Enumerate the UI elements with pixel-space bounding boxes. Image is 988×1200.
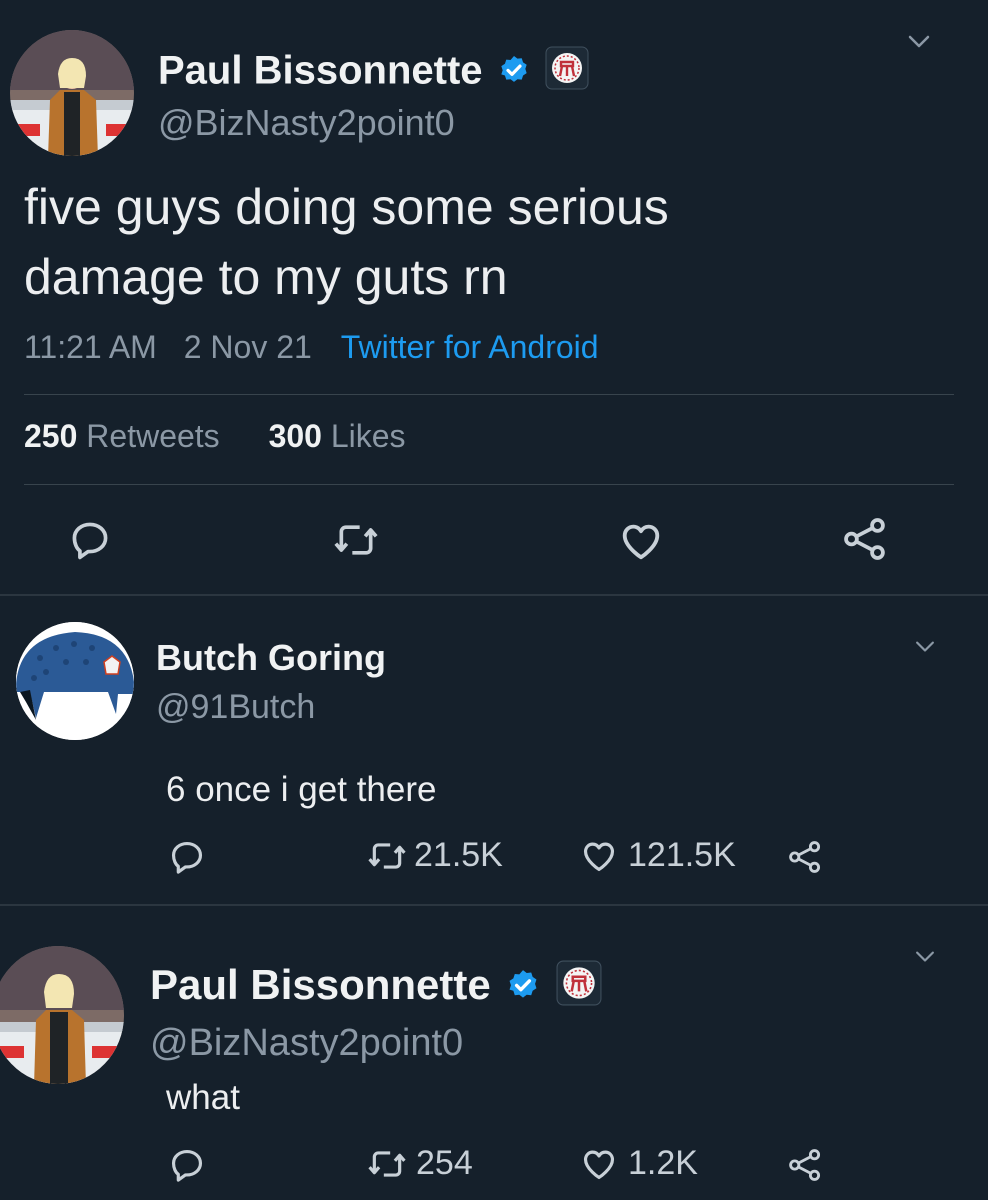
- like-count: 121.5K: [628, 836, 736, 874]
- divider: [24, 484, 954, 485]
- tweet-separator: [0, 594, 988, 596]
- like-icon: [583, 842, 615, 871]
- retweet-icon: [368, 842, 406, 869]
- retweet-icon: [334, 525, 378, 555]
- like-button[interactable]: 1.2K: [580, 1144, 698, 1183]
- share-icon: [789, 841, 821, 873]
- reply-button[interactable]: [168, 838, 206, 876]
- verified-badge-icon: [498, 51, 530, 96]
- retweet-button[interactable]: [332, 518, 380, 562]
- author-name[interactable]: Paul Bissonnette: [158, 46, 589, 100]
- reply-author-handle[interactable]: @BizNasty2point0: [150, 1022, 463, 1065]
- tweet-text-line: five guys doing some serious: [24, 179, 669, 235]
- tweet-date: 2 Nov 21: [183, 329, 312, 365]
- barstool-badge-icon: [556, 960, 602, 1016]
- barstool-badge-icon: [545, 46, 589, 100]
- author-handle[interactable]: @BizNasty2point0: [158, 102, 455, 144]
- retweets-stat[interactable]: 250 Retweets: [24, 418, 229, 454]
- caret-down-icon[interactable]: [914, 950, 936, 964]
- tweet-meta: 11:21 AM 2 Nov 21 Twitter for Android: [24, 329, 599, 366]
- reply-icon: [171, 1149, 203, 1182]
- retweet-button[interactable]: 254: [366, 1144, 473, 1183]
- helmet-photo: [16, 622, 134, 740]
- player-photo: [0, 946, 124, 1084]
- share-button[interactable]: [786, 838, 824, 876]
- share-button[interactable]: [840, 514, 890, 564]
- caret-down-icon[interactable]: [907, 34, 931, 50]
- tweet-stats: 250 Retweets 300 Likes: [24, 418, 406, 455]
- reply-button[interactable]: [68, 518, 112, 562]
- like-button[interactable]: [618, 518, 664, 564]
- share-button[interactable]: [786, 1146, 824, 1184]
- reply-text: 6 once i get there: [166, 770, 437, 809]
- divider: [24, 394, 954, 395]
- tweet-text-line: damage to my guts rn: [24, 249, 508, 305]
- retweet-button[interactable]: 21.5K: [366, 836, 503, 875]
- tweet-text: five guys doing some serious damage to m…: [24, 172, 669, 312]
- reply-icon: [171, 841, 203, 874]
- tweet-source-link[interactable]: Twitter for Android: [341, 329, 599, 365]
- reply-text: what: [166, 1078, 240, 1117]
- reply-author-name[interactable]: Butch Goring: [156, 637, 386, 679]
- retweet-count: 21.5K: [414, 836, 503, 874]
- reply-button[interactable]: [168, 1146, 206, 1184]
- caret-down-icon[interactable]: [914, 640, 936, 654]
- like-icon: [583, 1150, 615, 1179]
- share-icon: [844, 518, 885, 560]
- like-icon: [622, 524, 660, 560]
- reply-icon: [72, 522, 108, 560]
- tweet-time: 11:21 AM: [24, 329, 157, 365]
- like-count: 1.2K: [628, 1144, 698, 1182]
- reply-avatar[interactable]: [16, 622, 134, 740]
- share-icon: [789, 1149, 821, 1181]
- verified-badge-icon: [506, 964, 540, 1012]
- like-button[interactable]: 121.5K: [580, 836, 736, 875]
- reply-avatar[interactable]: [0, 946, 124, 1084]
- reply-author-name[interactable]: Paul Bissonnette: [150, 960, 602, 1016]
- player-photo: [10, 30, 134, 156]
- likes-stat[interactable]: 300 Likes: [269, 418, 406, 454]
- retweet-count: 254: [416, 1144, 473, 1182]
- author-avatar[interactable]: [10, 30, 134, 156]
- tweet-separator: [0, 904, 988, 906]
- retweet-icon: [368, 1150, 406, 1177]
- reply-author-handle[interactable]: @91Butch: [156, 688, 315, 727]
